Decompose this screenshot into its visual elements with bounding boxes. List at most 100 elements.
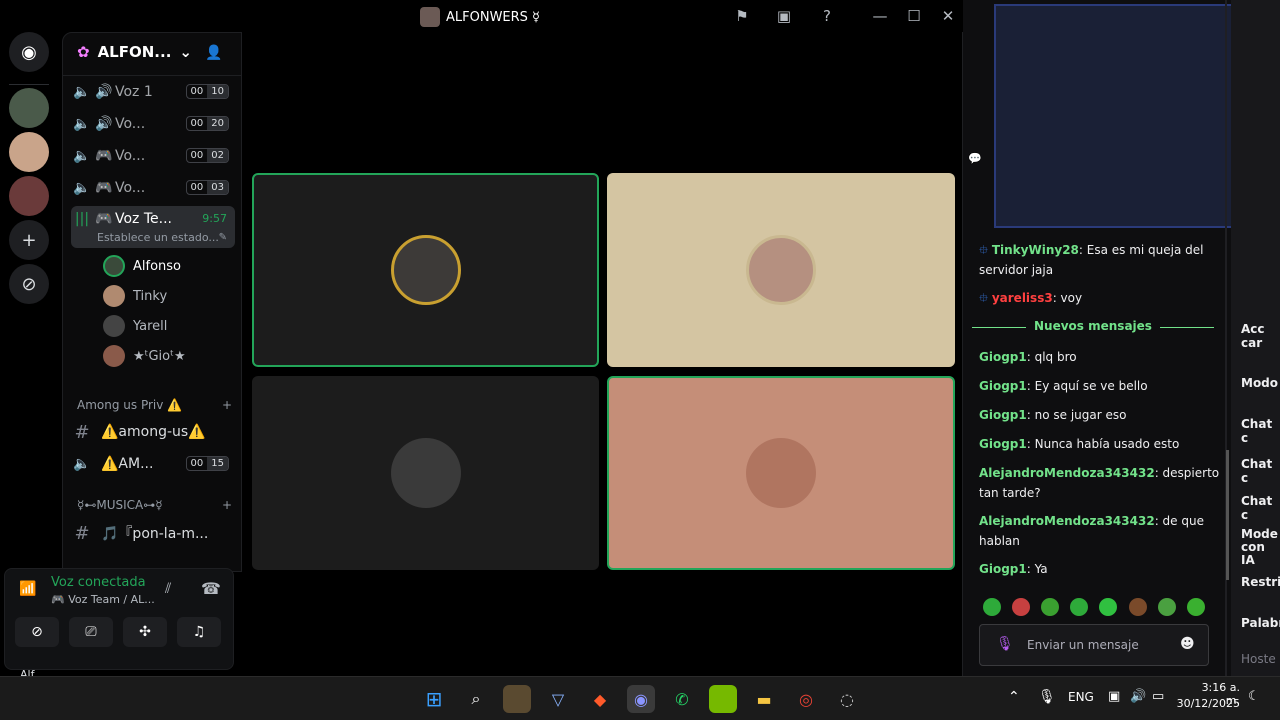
- guild-name: ALFON...: [97, 43, 172, 61]
- menu-item[interactable]: Restri: [1241, 575, 1280, 589]
- emote-icon[interactable]: [1187, 598, 1205, 616]
- flag-icon[interactable]: ⚑: [731, 5, 753, 27]
- voice-panel: 📶 Voz conectada 🎮 Voz Team / AL... ⫽ ☎ ⊘…: [4, 568, 234, 670]
- guild-header[interactable]: ✿ ALFON... ⌄: [77, 43, 192, 61]
- microphone-icon[interactable]: 🎙: [996, 636, 1014, 652]
- screen-share-button[interactable]: ⎚: [69, 617, 113, 647]
- chevron-down-icon: ⌄: [179, 43, 192, 61]
- text-channel-musica[interactable]: # 🎵『pon-la-m...: [71, 519, 235, 547]
- voice-status[interactable]: Voz conectada: [51, 575, 146, 590]
- menu-item[interactable]: Modo: [1241, 376, 1278, 390]
- text-channel-among[interactable]: # ⚠️among-us⚠️: [71, 418, 235, 446]
- active-voice-channel[interactable]: ||| 🎮 Voz Te... 9:57 Establece un estado…: [71, 206, 235, 248]
- avatar: [390, 235, 461, 305]
- chat-icon[interactable]: 💬: [968, 152, 982, 165]
- emote-icon[interactable]: [1099, 598, 1117, 616]
- voice-user[interactable]: Alfonso: [103, 253, 181, 279]
- menu-item[interactable]: Acc car: [1241, 322, 1280, 350]
- camera-button[interactable]: ⊘: [15, 617, 59, 647]
- minimize-button[interactable]: —: [869, 5, 891, 27]
- discord-home-icon[interactable]: ◉: [9, 32, 49, 72]
- channel-status[interactable]: Establece un estado...: [97, 231, 219, 244]
- nvidia-icon[interactable]: [709, 685, 737, 713]
- maximize-button[interactable]: ☐: [903, 5, 925, 27]
- avatar: [103, 255, 125, 277]
- emote-icon[interactable]: [1070, 598, 1088, 616]
- volume-icon[interactable]: 🔊: [1130, 689, 1146, 704]
- voice-location[interactable]: 🎮 Voz Team / AL...: [51, 593, 155, 606]
- emote-icon[interactable]: [983, 598, 1001, 616]
- hash-icon: #: [74, 522, 90, 544]
- inbox-icon[interactable]: ▣: [773, 5, 795, 27]
- brave-icon[interactable]: ◆: [586, 685, 614, 713]
- category-musica[interactable]: ☿⊷MUSICA⊶☿ +: [77, 498, 232, 512]
- video-tile-tinky[interactable]: [607, 173, 955, 367]
- menu-item[interactable]: Chat c: [1241, 457, 1280, 485]
- user-count: 00 02: [185, 148, 229, 163]
- windows-start-icon[interactable]: ⊞: [420, 685, 448, 713]
- chevron-up-icon[interactable]: ⌃: [1008, 689, 1020, 705]
- invite-icon[interactable]: 👤: [205, 45, 222, 61]
- emote-icon[interactable]: [1041, 598, 1059, 616]
- voice-user[interactable]: Yarell: [103, 313, 167, 339]
- chat-message: AlejandroMendoza343432: de que hablan: [979, 514, 1204, 548]
- voice-user[interactable]: ★ᵗGioᵗ★: [103, 343, 186, 369]
- menu-item[interactable]: Palabr: [1241, 616, 1280, 630]
- obs-icon[interactable]: ◌: [833, 685, 861, 713]
- server-icon: [420, 7, 440, 27]
- edit-icon[interactable]: ✎: [219, 232, 227, 243]
- microphone-icon[interactable]: 🎙: [1038, 689, 1056, 705]
- voice-channel-1[interactable]: 🔈 🔊 Voz 1 00 10: [71, 78, 235, 106]
- emote-icon[interactable]: [1012, 598, 1030, 616]
- clock-date[interactable]: 30/12/2025: [1175, 697, 1240, 710]
- chat-message: ⯐ yareliss3: voy: [979, 291, 1083, 305]
- avatar: [103, 315, 125, 337]
- channel-name: Vo...: [115, 148, 146, 164]
- voice-channel-among[interactable]: 🔈 ⚠️AM... 00 15: [71, 450, 235, 478]
- menu-item[interactable]: Mode con IA: [1241, 528, 1279, 567]
- add-channel-icon[interactable]: +: [222, 398, 232, 412]
- video-tile-gio[interactable]: [607, 376, 955, 570]
- explore-icon[interactable]: ⊘: [9, 264, 49, 304]
- emoji-icon[interactable]: ☻: [1180, 636, 1195, 652]
- soundboard-button[interactable]: ♫: [177, 617, 221, 647]
- menu-item[interactable]: Hoste: [1241, 652, 1276, 666]
- voice-channel-4[interactable]: 🔈 🎮 Vo... 00 03: [71, 174, 235, 202]
- server-avatar-1[interactable]: [9, 88, 49, 128]
- video-tile-yarell[interactable]: [252, 376, 599, 570]
- disconnect-icon[interactable]: ☎: [201, 579, 221, 598]
- scrollbar-thumb[interactable]: [1226, 450, 1229, 580]
- taskbar: ⊞ ⌕ ▽ ◆ ◉ ✆ ▬ ◎ ◌ ⌃ 🎙 ENG ▣ 🔊 ▭ 3:16 a. …: [0, 676, 1280, 720]
- noise-suppression-icon[interactable]: ⫽: [165, 581, 171, 597]
- help-icon[interactable]: ?: [816, 5, 838, 27]
- voice-channel-2[interactable]: 🔈 🔊 Vo... 00 20: [71, 110, 235, 138]
- search-icon[interactable]: ⌕: [462, 685, 490, 713]
- voice-user[interactable]: Tinky: [103, 283, 167, 309]
- speaker-icon: 🔊: [95, 116, 113, 132]
- add-server-icon[interactable]: +: [9, 220, 49, 260]
- server-avatar-3[interactable]: [9, 176, 49, 216]
- whatsapp-icon[interactable]: ✆: [668, 685, 696, 713]
- app-icon[interactable]: ▽: [544, 685, 572, 713]
- network-icon[interactable]: ▣: [1108, 689, 1120, 704]
- voice-channel-3[interactable]: 🔈 🎮 Vo... 00 02: [71, 142, 235, 170]
- activities-button[interactable]: ✣: [123, 617, 167, 647]
- battery-icon[interactable]: ▭: [1152, 689, 1164, 704]
- menu-item[interactable]: Chat c: [1241, 494, 1280, 522]
- emote-icon[interactable]: [1158, 598, 1176, 616]
- language-indicator[interactable]: ENG: [1068, 690, 1094, 704]
- server-avatar-2[interactable]: [9, 132, 49, 172]
- file-explorer-icon[interactable]: ▬: [750, 685, 778, 713]
- menu-item[interactable]: Chat c: [1241, 417, 1280, 445]
- close-button[interactable]: ✕: [937, 5, 959, 27]
- emote-icon[interactable]: [1129, 598, 1147, 616]
- discord-taskbar-icon[interactable]: ◉: [627, 685, 655, 713]
- chat-input[interactable]: 🎙 Enviar un mensaje ☻: [979, 624, 1209, 666]
- category-among[interactable]: Among us Priv ⚠️ +: [77, 398, 232, 412]
- video-tile-alfonso[interactable]: [252, 173, 599, 367]
- minecraft-icon[interactable]: [503, 685, 531, 713]
- add-channel-icon[interactable]: +: [222, 498, 232, 512]
- moon-icon[interactable]: ☾: [1248, 689, 1260, 704]
- chrome-icon[interactable]: ◎: [792, 685, 820, 713]
- gamepad-icon: 🎮: [95, 180, 113, 196]
